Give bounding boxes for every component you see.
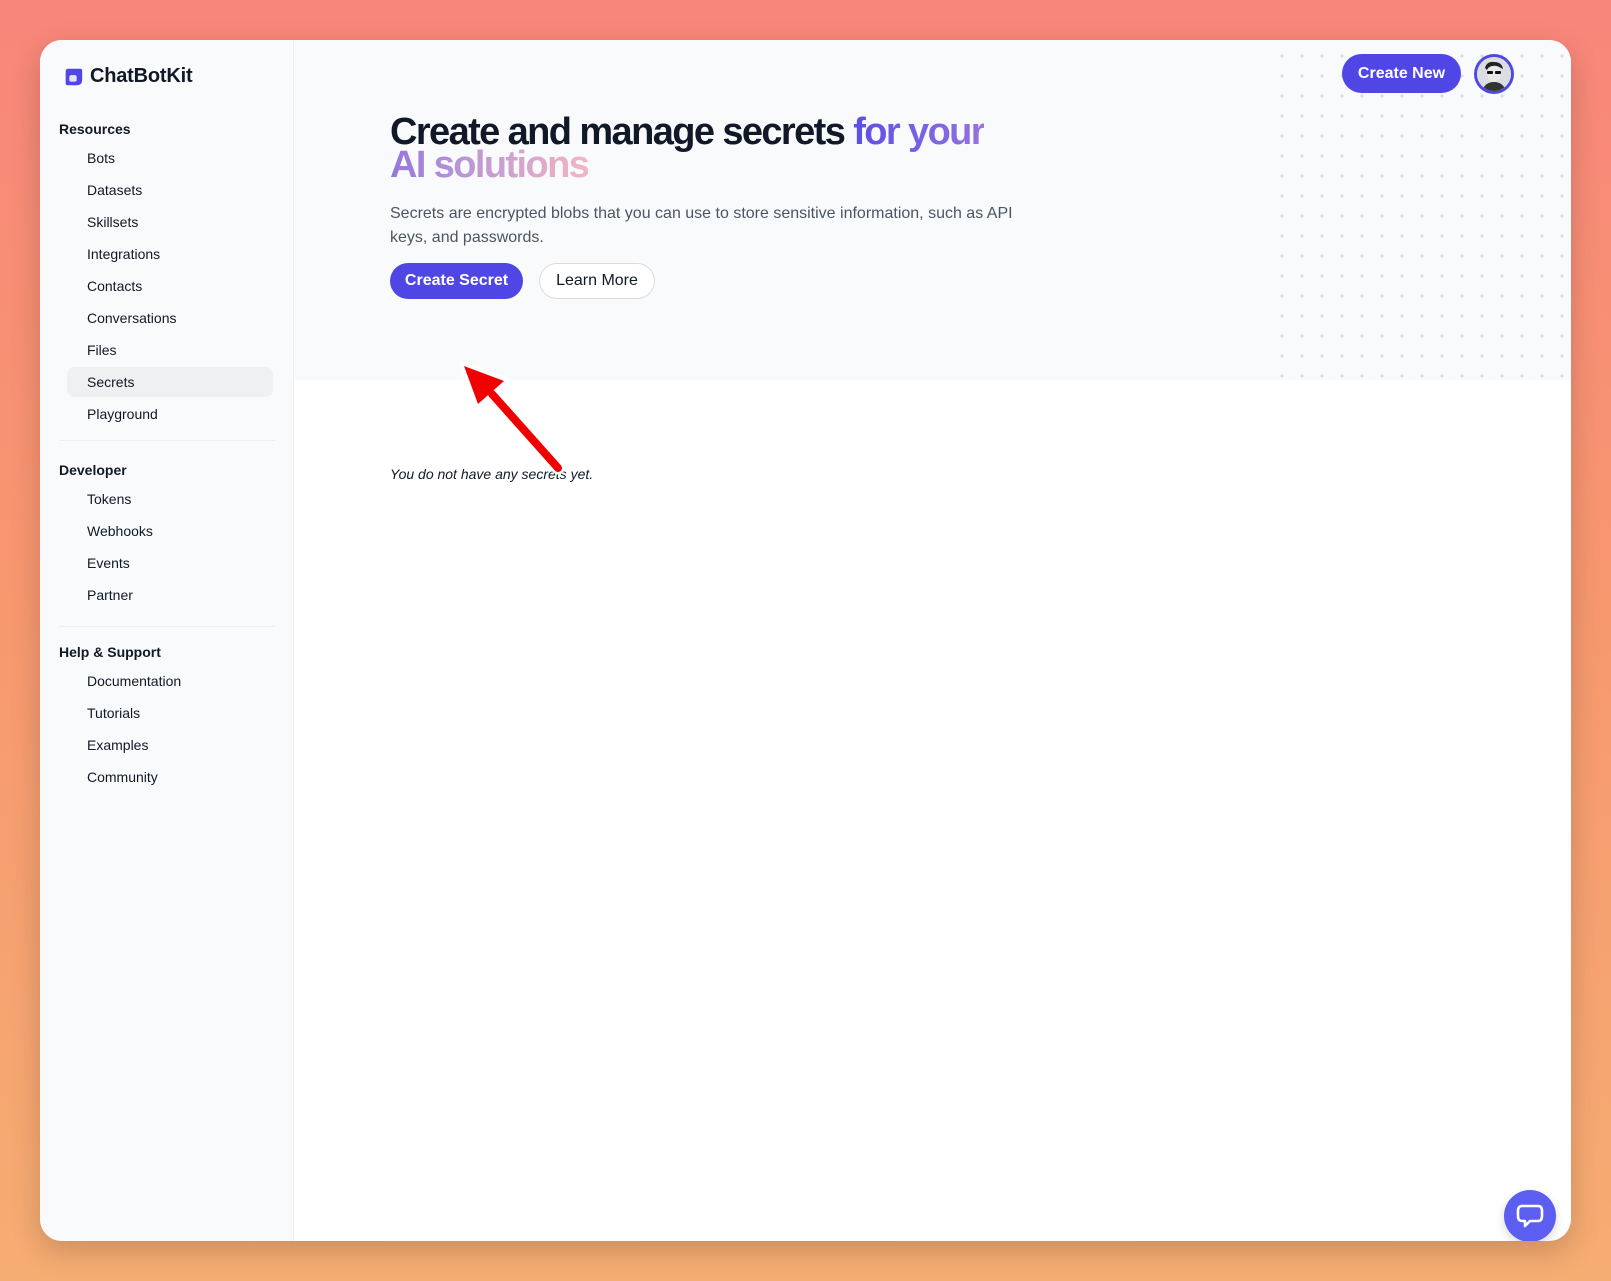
nav-heading-developer: Developer (59, 462, 127, 478)
avatar-portrait-icon (1477, 57, 1511, 91)
nav-section-help: Help & Support Documentation Tutorials E… (59, 640, 275, 792)
page-description: Secrets are encrypted blobs that you can… (390, 205, 1013, 246)
chat-widget-button[interactable] (1504, 1190, 1556, 1241)
sidebar-item-secrets[interactable]: Secrets (67, 367, 273, 397)
app-window: ChatBotKit Resources Bots Datasets Skill… (40, 40, 1571, 1241)
nav-heading-resources: Resources (59, 121, 131, 137)
sidebar: ChatBotKit Resources Bots Datasets Skill… (40, 40, 294, 1241)
nav-section-resources: Resources Bots Datasets Skillsets Integr… (59, 117, 275, 429)
app-name: ChatBotKit (90, 65, 193, 87)
user-avatar[interactable] (1474, 54, 1514, 94)
nav-heading-help: Help & Support (59, 644, 161, 660)
create-new-button[interactable]: Create New (1342, 54, 1461, 93)
sidebar-item-examples[interactable]: Examples (67, 730, 273, 760)
sidebar-item-tutorials[interactable]: Tutorials (67, 698, 273, 728)
create-secret-button[interactable]: Create Secret (390, 263, 523, 299)
sidebar-item-webhooks[interactable]: Webhooks (67, 516, 273, 546)
sidebar-item-datasets[interactable]: Datasets (67, 175, 273, 205)
sidebar-item-contacts[interactable]: Contacts (67, 271, 273, 301)
chat-bubble-icon (1516, 1204, 1544, 1228)
sidebar-item-partner[interactable]: Partner (67, 580, 273, 610)
sidebar-item-tokens[interactable]: Tokens (67, 484, 273, 514)
sidebar-divider (59, 626, 275, 627)
sidebar-item-conversations[interactable]: Conversations (67, 303, 273, 333)
sidebar-divider (59, 440, 275, 441)
learn-more-button[interactable]: Learn More (539, 263, 655, 299)
chatbotkit-logo-icon (65, 68, 83, 85)
red-arrow-annotation (460, 362, 565, 475)
sidebar-item-documentation[interactable]: Documentation (67, 666, 273, 696)
nav-section-developer: Developer Tokens Webhooks Events Partner (59, 458, 275, 610)
sidebar-item-bots[interactable]: Bots (67, 143, 273, 173)
sidebar-item-files[interactable]: Files (67, 335, 273, 365)
sidebar-item-playground[interactable]: Playground (67, 399, 273, 429)
sidebar-item-events[interactable]: Events (67, 548, 273, 578)
sidebar-item-community[interactable]: Community (67, 762, 273, 792)
page-title: Create and manage secrets for your AI so… (390, 113, 1010, 184)
user-avatar-image (1477, 57, 1511, 91)
sidebar-item-skillsets[interactable]: Skillsets (67, 207, 273, 237)
logo[interactable]: ChatBotKit (62, 65, 193, 88)
sidebar-item-integrations[interactable]: Integrations (67, 239, 273, 269)
